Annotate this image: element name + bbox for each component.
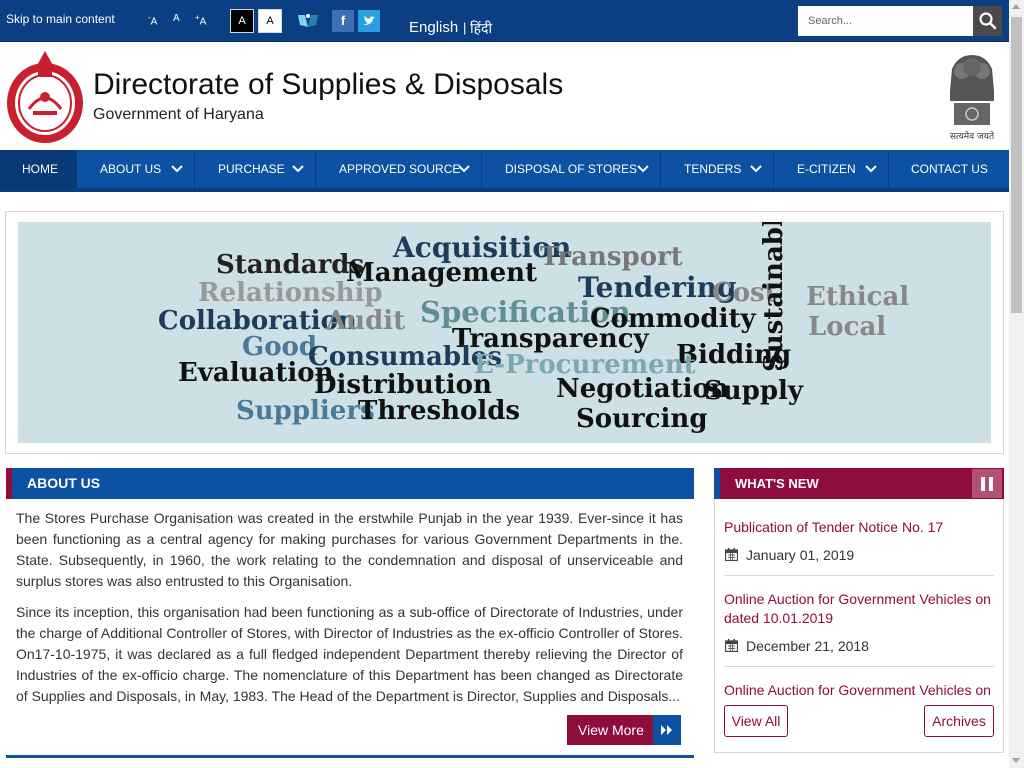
banner-frame: Acquisition Transport Standards Manageme… [5, 211, 1004, 454]
banner-word: Local [808, 312, 887, 342]
about-us-section: ABOUT US The Stores Purchase Organisatio… [6, 468, 694, 768]
scrollbar-thumb[interactable] [1011, 17, 1022, 313]
banner-word: Supply [704, 376, 804, 406]
language-separator: | [463, 20, 467, 35]
chevron-down-icon [750, 165, 762, 173]
site-title: Directorate of Supplies & Disposals [93, 68, 564, 101]
archives-button[interactable]: Archives [924, 705, 994, 737]
screen-reader-icon[interactable] [296, 11, 320, 31]
whats-new-panel: WHAT'S NEW Publication of Tender Notice … [714, 468, 1004, 753]
chevron-down-icon [458, 165, 470, 173]
scroll-up-arrow-icon[interactable] [1012, 4, 1020, 9]
banner-word: Relationship [198, 278, 383, 308]
nav-item-purchase[interactable]: PURCHASE [195, 150, 316, 188]
nav-item-tenders[interactable]: TENDERS [661, 150, 774, 188]
nav-item-home[interactable]: HOME [0, 150, 77, 188]
font-normal-button[interactable]: A [173, 13, 180, 24]
skip-to-main-link[interactable]: Skip to main content [6, 12, 115, 26]
twitter-icon[interactable] [358, 10, 380, 32]
search-button[interactable] [973, 6, 1002, 36]
news-item: Publication of Tender Notice No. 17 Janu… [724, 518, 994, 576]
about-us-header: ABOUT US [6, 468, 694, 499]
about-bottom-divider [6, 755, 694, 758]
banner-word: Evaluation [178, 358, 334, 388]
banner-word: Suppliers [236, 396, 375, 426]
high-contrast-button[interactable]: A [230, 9, 254, 33]
chevron-down-icon [292, 165, 304, 173]
chevron-down-icon [171, 165, 183, 173]
scroll-down-arrow-icon[interactable] [1012, 758, 1020, 763]
news-date: January 01, 2019 [724, 545, 994, 565]
view-all-button[interactable]: View All [724, 705, 788, 737]
whats-new-heading: WHAT'S NEW [735, 476, 819, 491]
whats-new-list: Publication of Tender Notice No. 17 Janu… [724, 508, 994, 697]
banner-word: Distribution [314, 370, 492, 400]
font-increase-button[interactable]: +A [195, 13, 206, 27]
about-paragraph: Since its inception, this organisation h… [16, 604, 683, 704]
chevron-down-icon [865, 165, 877, 173]
news-date: December 21, 2018 [724, 636, 994, 656]
search-input[interactable] [798, 6, 974, 36]
haryana-emblem-logo[interactable] [5, 47, 85, 145]
about-paragraph: The Stores Purchase Organisation was cre… [16, 510, 683, 589]
banner-word: Transport [540, 242, 683, 272]
language-english-link[interactable]: English [409, 19, 458, 36]
search-icon [979, 12, 997, 30]
main-nav: HOME ABOUT US PURCHASE APPROVED SOURCE D… [0, 150, 1009, 192]
news-item: Online Auction for Government Vehicles o… [724, 590, 994, 667]
font-decrease-button[interactable]: -A [148, 13, 157, 27]
news-item: Online Auction for Government Vehicles o… [724, 681, 994, 697]
pause-icon [981, 477, 985, 491]
banner-word-cloud: Acquisition Transport Standards Manageme… [18, 222, 991, 443]
page: Skip to main content -A A +A A A f Engli… [0, 0, 1024, 768]
site-subtitle: Government of Haryana [93, 106, 264, 123]
news-title-link[interactable]: Online Auction for Government Vehicles o… [724, 681, 994, 697]
whats-new-header: WHAT'S NEW [714, 468, 1004, 499]
banner-word: Consumables [308, 342, 503, 372]
about-us-heading: ABOUT US [27, 475, 101, 491]
news-title-link[interactable]: Online Auction for Government Vehicles o… [724, 590, 994, 628]
facebook-icon[interactable]: f [332, 10, 354, 32]
top-bar: Skip to main content -A A +A A A f Engli… [0, 0, 1009, 42]
banner-word: Good [242, 332, 318, 362]
emblem-motto: सत्यमेव जयते [950, 130, 995, 142]
site-header: Directorate of Supplies & Disposals Gove… [0, 43, 1009, 150]
nav-item-disposal-of-stores[interactable]: DISPOSAL OF STORES [482, 150, 661, 188]
pause-button[interactable] [972, 469, 1002, 498]
banner-word: Ethical [806, 282, 910, 312]
banner-word: Standards [216, 250, 365, 280]
news-title-link[interactable]: Publication of Tender Notice No. 17 [724, 518, 994, 537]
calendar-icon [725, 548, 738, 561]
nav-item-contact-us[interactable]: CONTACT US [889, 150, 1009, 188]
page-scrollbar[interactable] [1009, 0, 1024, 768]
banner-word: Negotiation [556, 374, 729, 404]
normal-contrast-button[interactable]: A [258, 9, 282, 33]
nav-item-approved-source[interactable]: APPROVED SOURCE [316, 150, 482, 188]
about-us-body: The Stores Purchase Organisation was cre… [16, 508, 683, 717]
double-chevron-right-icon [653, 715, 681, 745]
nav-item-e-citizen[interactable]: E-CITIZEN [774, 150, 889, 188]
language-hindi-link[interactable]: हिंदी [470, 19, 492, 38]
calendar-icon [725, 639, 738, 652]
banner-word: Thresholds [358, 396, 521, 426]
chevron-down-icon [637, 165, 649, 173]
view-more-button[interactable]: View More [567, 715, 681, 745]
national-emblem-logo: सत्यमेव जयते [950, 55, 995, 142]
banner-word: Sourcing [576, 404, 708, 434]
nav-item-about-us[interactable]: ABOUT US [77, 150, 195, 188]
banner-word: Audit [326, 306, 406, 336]
